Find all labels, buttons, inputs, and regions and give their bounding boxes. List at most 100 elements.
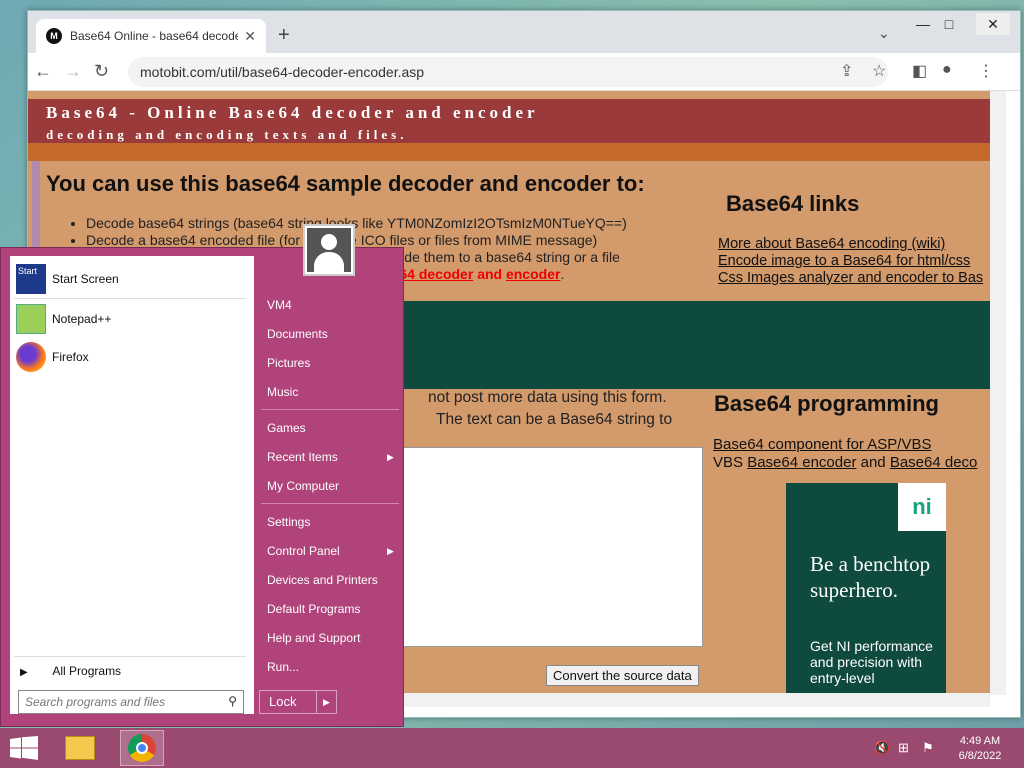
programs-pane: Start Start Screen Notepad++ Firefox ▶ A… — [10, 256, 254, 714]
tab-search-icon[interactable]: ⌄ — [878, 25, 890, 42]
divider — [14, 656, 246, 657]
start-menu: Start Start Screen Notepad++ Firefox ▶ A… — [0, 224, 404, 727]
banner-subtitle: decoding and encoding texts and files. — [46, 127, 408, 142]
close-tab-icon[interactable]: ✕ — [244, 28, 256, 45]
submenu-arrow-icon: ▶ — [387, 546, 394, 556]
notepadpp-icon — [16, 304, 46, 334]
lock-label: Lock — [269, 694, 297, 709]
profile-icon[interactable]: ● — [942, 61, 952, 79]
volume-muted-icon[interactable]: 🔇 — [874, 740, 890, 756]
item-label: Start Screen — [52, 272, 119, 286]
browser-tab[interactable]: M Base64 Online - base64 decode a ✕ — [36, 19, 266, 53]
link-base64-decoder[interactable]: Base64 deco — [890, 454, 978, 471]
side-panel-icon[interactable]: ◧ — [912, 61, 927, 81]
and-text: and — [477, 266, 503, 282]
firefox-item[interactable]: Firefox — [16, 342, 89, 372]
link-encode-image[interactable]: Encode image to a Base64 for html/css — [718, 253, 983, 270]
list-item: Decode base64 strings (base64 string loo… — [86, 215, 627, 232]
forward-icon[interactable]: → — [64, 61, 82, 82]
lock-button[interactable]: Lock ▶ — [259, 690, 337, 714]
start-screen-icon: Start — [16, 264, 46, 294]
new-tab-button[interactable]: + — [278, 24, 290, 47]
ad-text: Get NI performance and precision with en… — [810, 638, 933, 686]
file-explorer-button[interactable] — [58, 730, 102, 766]
banner-title: Base64 - Online Base64 decoder and encod… — [46, 103, 539, 122]
share-icon[interactable]: ⇪ — [840, 61, 853, 81]
taskbar: 🔇 ⊞ ⚑ 4:49 AM 6/8/2022 — [0, 728, 1024, 768]
all-programs-label: All Programs — [52, 664, 122, 678]
browser-toolbar: ← → ↻ 🔒 motobit.com/util/base64-decoder-… — [28, 53, 1020, 523]
action-center-icon[interactable]: ⚑ — [922, 740, 934, 756]
clock-time: 4:49 AM — [959, 735, 1001, 747]
divider — [14, 298, 246, 299]
firefox-icon — [16, 342, 46, 372]
and-label: and — [860, 454, 886, 471]
divider — [261, 409, 399, 410]
reload-icon[interactable]: ↻ — [94, 61, 109, 82]
avatar[interactable] — [303, 224, 355, 276]
bookmark-star-icon[interactable]: ☆ — [872, 61, 886, 81]
intro-line-1: not post more data using this form. — [428, 389, 667, 406]
menu-item-recent-items[interactable]: Recent Items ▶ — [267, 450, 397, 464]
menu-item-control-panel[interactable]: Control Panel ▶ — [267, 544, 397, 558]
divider — [261, 503, 399, 504]
form-intro-text: not post more data using this form. The … — [408, 387, 672, 431]
source-textarea[interactable] — [398, 447, 703, 647]
orange-strip — [28, 143, 990, 161]
menu-icon[interactable]: ⋮ — [978, 61, 994, 81]
menu-item-documents[interactable]: Documents — [267, 327, 328, 341]
clock[interactable]: 4:49 AM 6/8/2022 — [948, 734, 1012, 764]
vbs-line: VBS Base64 encoder and Base64 deco — [713, 454, 977, 471]
submenu-arrow-icon: ▶ — [387, 452, 394, 462]
search-icon[interactable]: ⚲ — [228, 694, 237, 708]
menu-label: Recent Items — [267, 450, 338, 464]
tab-title: Base64 Online - base64 decode a — [70, 29, 239, 43]
menu-item-games[interactable]: Games — [267, 421, 306, 435]
network-icon[interactable]: ⊞ — [898, 740, 909, 756]
menu-item-settings[interactable]: Settings — [267, 515, 310, 529]
programming-links: Base64 component for ASP/VBS VBS Base64 … — [713, 436, 977, 472]
vertical-scrollbar[interactable] — [990, 91, 1006, 695]
menu-label: Control Panel — [267, 544, 340, 558]
site-favicon-icon: M — [46, 28, 62, 44]
ni-logo-icon: ni — [898, 483, 946, 531]
back-icon[interactable]: ← — [34, 61, 52, 82]
maximize-button[interactable]: □ — [932, 13, 966, 35]
page-heading: You can use this base64 sample decoder a… — [46, 171, 645, 196]
encoder-link[interactable]: encoder — [506, 266, 560, 282]
vbs-label: VBS — [713, 454, 744, 471]
all-programs-button[interactable]: ▶ All Programs — [20, 664, 121, 678]
menu-item-help-support[interactable]: Help and Support — [267, 631, 360, 645]
ad-headline: Be a benchtop superhero. — [810, 552, 931, 602]
link-wiki[interactable]: More about Base64 encoding (wiki) — [718, 236, 983, 253]
ni-advertisement[interactable]: ni Be a benchtop superhero. Get NI perfo… — [786, 483, 946, 693]
close-window-button[interactable]: ✕ — [976, 13, 1010, 35]
url-text: motobit.com/util/base64-decoder-encoder.… — [140, 64, 425, 80]
address-bar[interactable]: 🔒 motobit.com/util/base64-decoder-encode… — [128, 57, 888, 523]
menu-item-music[interactable]: Music — [267, 385, 298, 399]
link-base64-encoder[interactable]: Base64 encoder — [747, 454, 856, 471]
user-silhouette-icon — [307, 228, 351, 272]
menu-item-vm4[interactable]: VM4 — [267, 298, 292, 312]
convert-button[interactable]: Convert the source data — [546, 665, 699, 686]
search-placeholder: Search programs and files — [25, 695, 166, 709]
menu-item-pictures[interactable]: Pictures — [267, 356, 310, 370]
folder-icon — [65, 736, 95, 760]
search-input[interactable]: Search programs and files ⚲ — [18, 690, 244, 714]
notepadpp-item[interactable]: Notepad++ — [16, 304, 111, 334]
windows-start-icon[interactable] — [10, 736, 38, 760]
menu-item-run[interactable]: Run... — [267, 660, 299, 674]
menu-item-default-programs[interactable]: Default Programs — [267, 602, 360, 616]
links-heading: Base64 links — [726, 191, 860, 216]
menu-item-my-computer[interactable]: My Computer — [267, 479, 339, 493]
link-component-asp[interactable]: Base64 component for ASP/VBS — [713, 436, 977, 454]
menu-item-devices-printers[interactable]: Devices and Printers — [267, 573, 378, 587]
chrome-taskbar-button[interactable] — [120, 730, 164, 766]
start-screen-item[interactable]: Start Start Screen — [16, 264, 119, 294]
tab-strip: M Base64 Online - base64 decode a ✕ + ⌄ … — [28, 11, 1020, 53]
intro-line-2: The text can be a Base64 string to — [436, 411, 673, 428]
shutdown-options-arrow-icon[interactable]: ▶ — [316, 691, 336, 713]
link-css-analyzer[interactable]: Css Images analyzer and encoder to Bas — [718, 270, 983, 287]
programming-heading: Base64 programming — [714, 391, 939, 416]
links-list: More about Base64 encoding (wiki) Encode… — [718, 236, 983, 287]
